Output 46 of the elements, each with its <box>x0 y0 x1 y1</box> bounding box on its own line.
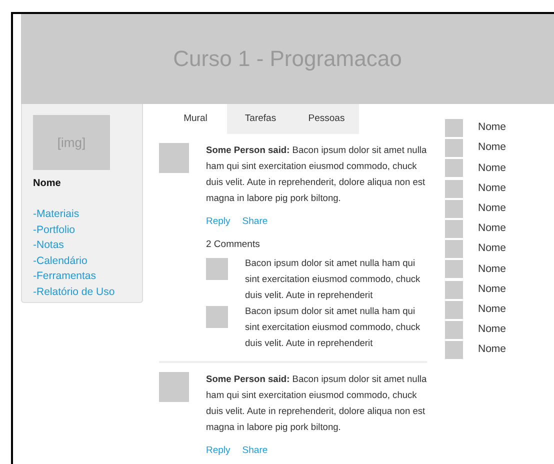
post-text: Some Person said: Bacon ipsum dolor sit amet nulla ham qui sint exercitation eiusmod commodo, chuck duis velit. Aute in reprehenderit, dolore aliqua non est magna in labore pig pork biltong. <box>206 144 427 205</box>
avatar-thumbnail <box>445 220 463 238</box>
action-link[interactable]: Reply <box>206 445 230 456</box>
avatar-thumbnail <box>445 280 463 299</box>
person-name: Nome <box>478 221 506 236</box>
avatar-thumbnail <box>445 300 463 319</box>
person-name: Nome <box>478 140 506 156</box>
avatar-thumbnail <box>445 119 463 138</box>
avatar-thumbnail <box>159 372 189 402</box>
sidebar-link[interactable]: -Ferramentas <box>33 269 131 284</box>
avatar-thumbnail <box>445 320 463 339</box>
person-name: Nome <box>478 180 506 196</box>
action-link[interactable]: Share <box>242 445 268 456</box>
sidebar-link[interactable]: -Calendário <box>33 254 131 269</box>
avatar-thumbnail <box>445 240 463 258</box>
tab[interactable]: Pessoas <box>294 104 359 134</box>
avatar-thumbnail <box>159 143 189 173</box>
person-name: Nome <box>478 241 506 256</box>
sidebar-link[interactable]: -Portfolio <box>33 222 131 238</box>
person-name: Nome <box>478 322 506 338</box>
comment-text: Bacon ipsum dolor sit amet nulla ham qui sint exercitation eiusmod commodo, chuck duis velit. Aute in reprehenderit <box>245 257 422 302</box>
avatar-thumbnail <box>445 180 463 198</box>
avatar-thumbnail <box>206 306 228 328</box>
avatar-thumbnail <box>445 159 463 178</box>
person-name: Nome <box>478 302 506 317</box>
action-link[interactable]: Share <box>242 216 268 227</box>
user-name: Nome <box>33 177 62 191</box>
sidebar-link[interactable]: -Materiais <box>33 207 131 222</box>
person-name: Nome <box>478 120 506 136</box>
avatar-thumbnail <box>445 260 463 278</box>
comment-count: 2 Comments <box>206 238 261 252</box>
comment-text: Bacon ipsum dolor sit amet nulla ham qui sint exercitation eiusmod commodo, chuck duis velit. Aute in reprehenderit <box>245 305 422 350</box>
avatar-thumbnail <box>445 341 463 360</box>
avatar-thumbnail <box>206 258 228 280</box>
tab[interactable]: Tarefas <box>227 104 294 134</box>
person-name: Nome <box>478 282 506 297</box>
avatar-thumbnail <box>445 139 463 158</box>
person-name: Nome <box>478 200 506 216</box>
person-name: Nome <box>478 342 506 358</box>
person-name: Nome <box>478 262 506 277</box>
avatar-thumbnail <box>445 200 463 218</box>
action-link[interactable]: Reply <box>206 216 230 227</box>
post-text: Some Person said: Bacon ipsum dolor sit amet nulla ham qui sint exercitation eiusmod commodo, chuck duis velit. Aute in reprehenderit, dolore aliqua non est magna in labore pig pork biltong. <box>206 373 427 434</box>
sidebar-link[interactable]: -Relatório de Uso <box>33 284 131 300</box>
sidebar-link[interactable]: -Notas <box>33 238 131 254</box>
person-name: Nome <box>478 160 506 176</box>
